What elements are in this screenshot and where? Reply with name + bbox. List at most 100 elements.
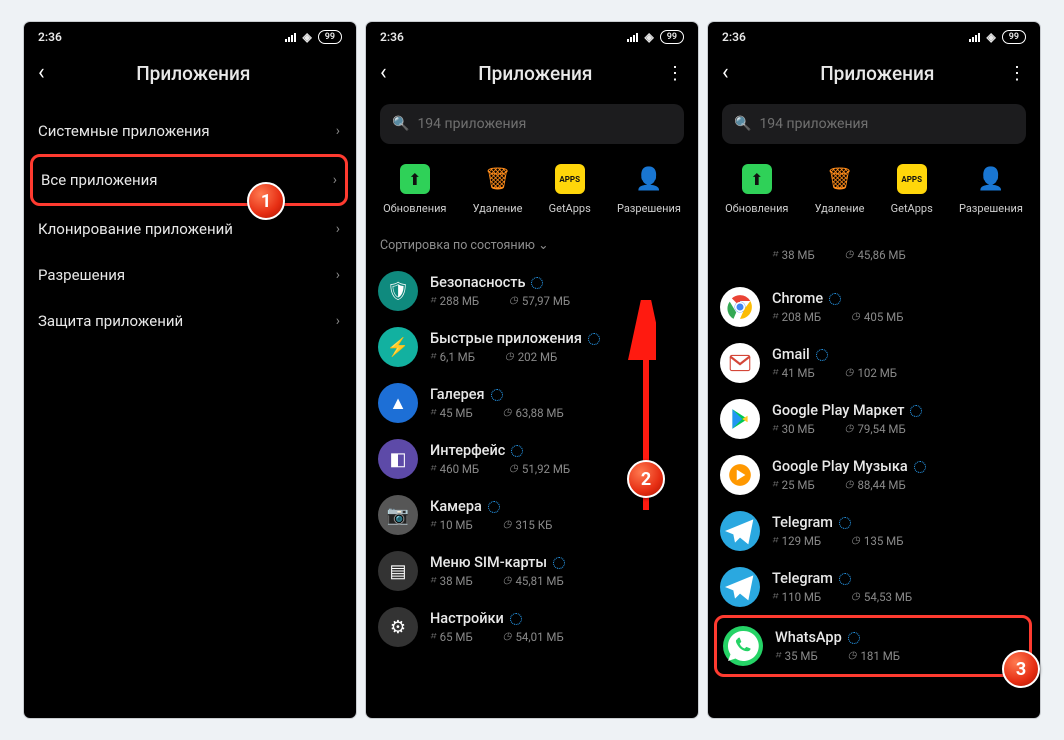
loading-icon — [488, 501, 500, 513]
step-badge-3: 3 — [1002, 650, 1040, 688]
action-getapps[interactable]: APPS GetApps — [891, 164, 933, 215]
clock-icon: ◷ — [845, 250, 854, 260]
app-row[interactable]: ▤ Меню SIM-карты ⌗38 МБ ◷45,81 МБ — [378, 543, 698, 599]
action-updates[interactable]: ⬆ Обновления — [725, 164, 788, 215]
row-all-apps[interactable]: Все приложения › — [30, 154, 348, 206]
row-label: Защита приложений — [38, 312, 183, 330]
app-stats: ⌗38 МБ ◷45,86 МБ — [772, 248, 1028, 262]
app-row[interactable]: Telegram ⌗129 МБ ◷135 МБ — [720, 503, 1040, 559]
app-row[interactable]: ▲ Галерея ⌗45 МБ ◷63,88 МБ — [378, 375, 698, 431]
more-icon[interactable]: ⋮ — [1008, 63, 1026, 84]
app-name: Chrome — [772, 290, 1028, 307]
app-name: Telegram — [772, 570, 1028, 587]
upload-icon: ⬆ — [742, 164, 772, 194]
app-row[interactable]: Chrome ⌗208 МБ ◷405 МБ — [720, 279, 1040, 335]
clock-icon: ◷ — [845, 480, 854, 490]
app-stats: ⌗65 МБ ◷54,01 МБ — [430, 630, 686, 644]
app-icon: 📷 — [378, 495, 418, 535]
app-stats: ⌗10 МБ ◷315 КБ — [430, 518, 686, 532]
back-icon[interactable]: ‹ — [380, 62, 387, 84]
battery-icon: 99 — [318, 30, 342, 44]
tutorial-three-screens: { "status": { "time": "2:36", "battery":… — [0, 0, 1064, 740]
row-label: Все приложения — [41, 171, 158, 189]
app-info: Безопасность ⌗288 МБ ◷57,97 МБ — [430, 274, 686, 308]
app-stats: ⌗208 МБ ◷405 МБ — [772, 310, 1028, 324]
app-row[interactable]: WhatsApp ⌗35 МБ ◷181 МБ — [714, 615, 1032, 677]
action-uninstall[interactable]: 🗑 Удаление — [473, 164, 523, 215]
row-clone-apps[interactable]: Клонирование приложений › — [38, 206, 356, 252]
app-icon: 🛡 — [378, 271, 418, 311]
loading-icon — [553, 557, 565, 569]
page-title: Приложения — [387, 62, 684, 85]
app-icon — [720, 567, 760, 607]
chevron-right-icon: › — [336, 313, 340, 329]
loading-icon — [588, 333, 600, 345]
app-list[interactable]: ⌗38 МБ ◷45,86 МБ Chrome ⌗208 МБ ◷405 МБ … — [708, 233, 1040, 677]
app-name: WhatsApp — [775, 629, 1023, 646]
chevron-right-icon: › — [336, 267, 340, 283]
action-permissions[interactable]: 👤 Разрешения — [617, 164, 681, 215]
disk-icon: ⌗ — [772, 480, 778, 490]
action-updates[interactable]: ⬆ Обновления — [383, 164, 446, 215]
action-uninstall[interactable]: 🗑 Удаление — [815, 164, 865, 215]
app-name: Меню SIM-карты — [430, 554, 686, 571]
app-icon — [720, 287, 760, 327]
action-label: Удаление — [473, 202, 523, 215]
app-name: Галерея — [430, 386, 686, 403]
app-info: Telegram ⌗129 МБ ◷135 МБ — [772, 514, 1028, 548]
status-right: ◈ 99 — [627, 30, 684, 44]
app-icon: ▲ — [378, 383, 418, 423]
battery-icon: 99 — [1002, 30, 1026, 44]
person-icon: 👤 — [634, 164, 664, 194]
app-info: Google Play Маркет ⌗30 МБ ◷79,54 МБ — [772, 402, 1028, 436]
search-placeholder: 194 приложения — [417, 116, 526, 132]
search-icon: 🔍 — [392, 116, 409, 132]
action-label: Обновления — [725, 202, 788, 215]
more-icon[interactable]: ⋮ — [666, 63, 684, 84]
app-stats: ⌗6,1 МБ ◷202 МБ — [430, 350, 686, 364]
app-list[interactable]: 🛡 Безопасность ⌗288 МБ ◷57,97 МБ ⚡ Быстр… — [366, 263, 698, 655]
app-bar: ‹ Приложения — [24, 48, 356, 98]
app-row[interactable]: ⚡ Быстрые приложения ⌗6,1 МБ ◷202 МБ — [378, 319, 698, 375]
app-stats: ⌗288 МБ ◷57,97 МБ — [430, 294, 686, 308]
screen-app-list-top: 2:36 ◈ 99 ‹ Приложения ⋮ 🔍 194 приложени… — [366, 22, 698, 718]
app-info: WhatsApp ⌗35 МБ ◷181 МБ — [775, 629, 1023, 663]
screen-apps-settings: 2:36 ◈ 99 ‹ Приложения Системные приложе… — [24, 22, 356, 718]
back-icon[interactable]: ‹ — [38, 62, 45, 84]
action-permissions[interactable]: 👤 Разрешения — [959, 164, 1023, 215]
clock-icon: ◷ — [851, 312, 860, 322]
row-system-apps[interactable]: Системные приложения › — [38, 108, 356, 154]
app-row[interactable]: 🛡 Безопасность ⌗288 МБ ◷57,97 МБ — [378, 263, 698, 319]
app-row[interactable]: Google Play Музыка ⌗25 МБ ◷88,44 МБ — [720, 447, 1040, 503]
search-input[interactable]: 🔍 194 приложения — [722, 104, 1026, 144]
app-stats: ⌗41 МБ ◷102 МБ — [772, 366, 1028, 380]
app-info: Gmail ⌗41 МБ ◷102 МБ — [772, 346, 1028, 380]
app-icon — [720, 511, 760, 551]
app-row-partial[interactable]: ⌗38 МБ ◷45,86 МБ — [720, 233, 1040, 279]
app-name: Google Play Маркет — [772, 402, 1028, 419]
clock-icon: ◷ — [848, 651, 857, 661]
wifi-icon: ◈ — [302, 30, 311, 44]
app-icon — [723, 626, 763, 666]
apps-icon: APPS — [897, 164, 927, 194]
disk-icon: ⌗ — [430, 520, 436, 530]
app-row[interactable]: Gmail ⌗41 МБ ◷102 МБ — [720, 335, 1040, 391]
disk-icon: ⌗ — [772, 368, 778, 378]
row-app-protection[interactable]: Защита приложений › — [38, 298, 356, 344]
app-icon: ⚙ — [378, 607, 418, 647]
sort-dropdown[interactable]: Сортировка по состоянию ⌄ — [366, 233, 698, 263]
row-label: Клонирование приложений — [38, 220, 233, 238]
app-row[interactable]: ⚙ Настройки ⌗65 МБ ◷54,01 МБ — [378, 599, 698, 655]
row-permissions[interactable]: Разрешения › — [38, 252, 356, 298]
sort-label: Сортировка по состоянию — [380, 238, 535, 253]
search-input[interactable]: 🔍 194 приложения — [380, 104, 684, 144]
status-time: 2:36 — [722, 30, 746, 44]
action-getapps[interactable]: APPS GetApps — [549, 164, 591, 215]
app-row[interactable]: Telegram ⌗110 МБ ◷54,53 МБ — [720, 559, 1040, 615]
app-name: Интерфейс — [430, 442, 686, 459]
row-label: Системные приложения — [38, 122, 210, 140]
disk-icon: ⌗ — [772, 312, 778, 322]
app-row[interactable]: Google Play Маркет ⌗30 МБ ◷79,54 МБ — [720, 391, 1040, 447]
status-bar: 2:36 ◈ 99 — [708, 22, 1040, 48]
back-icon[interactable]: ‹ — [722, 62, 729, 84]
